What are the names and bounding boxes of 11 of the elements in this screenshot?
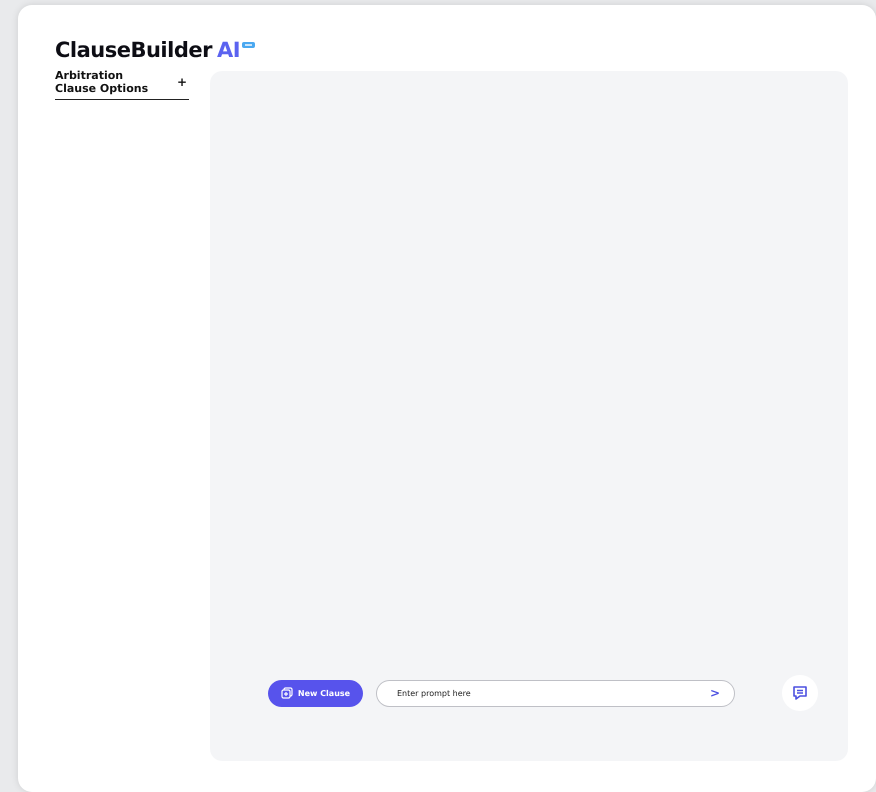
logo-text: AI bbox=[216, 37, 240, 64]
prompt-field[interactable]: Enter prompt here > bbox=[376, 680, 735, 706]
send-button[interactable]: > bbox=[708, 686, 722, 700]
chat-icon bbox=[792, 685, 808, 701]
chat-button[interactable] bbox=[782, 675, 818, 711]
new-clause-button[interactable]: New Clause bbox=[268, 680, 363, 706]
sidebar-item[interactable]: Arbitration Clause Options bbox=[55, 69, 155, 95]
add-button[interactable]: + bbox=[174, 75, 189, 89]
tag-icon bbox=[242, 42, 256, 48]
logo-text: ClauseBuilder bbox=[55, 37, 212, 64]
add-document-icon bbox=[280, 687, 293, 699]
